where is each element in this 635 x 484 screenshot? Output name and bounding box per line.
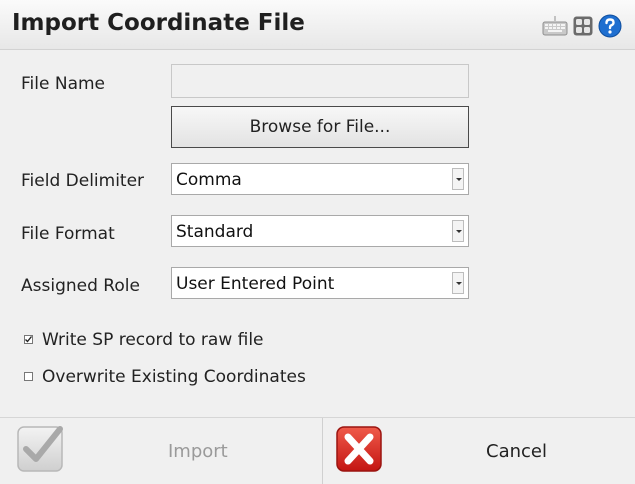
- overwrite-label: Overwrite Existing Coordinates: [42, 367, 306, 387]
- file-format-value: Standard: [176, 222, 254, 242]
- cancel-button[interactable]: Cancel: [322, 418, 635, 484]
- chevron-down-icon[interactable]: [452, 220, 464, 242]
- grid-icon[interactable]: [573, 16, 593, 41]
- assigned-role-select[interactable]: User Entered Point: [171, 267, 469, 299]
- field-delimiter-label: Field Delimiter: [21, 171, 145, 191]
- cancel-button-label: Cancel: [486, 441, 547, 462]
- browse-button[interactable]: Browse for File...: [171, 106, 469, 148]
- field-delimiter-select[interactable]: Comma: [171, 163, 469, 195]
- import-button[interactable]: Import: [0, 418, 322, 484]
- help-icon[interactable]: [598, 14, 622, 43]
- import-button-label: Import: [168, 441, 228, 462]
- keyboard-icon[interactable]: [542, 16, 568, 41]
- write-sp-checkbox[interactable]: [24, 335, 33, 344]
- write-sp-label: Write SP record to raw file: [42, 330, 264, 350]
- assigned-role-value: User Entered Point: [176, 274, 335, 294]
- chevron-down-icon[interactable]: [452, 272, 464, 294]
- chevron-down-icon[interactable]: [452, 168, 464, 190]
- window-title: Import Coordinate File: [12, 10, 305, 36]
- file-name-field[interactable]: [171, 64, 469, 98]
- file-format-select[interactable]: Standard: [171, 215, 469, 247]
- field-delimiter-value: Comma: [176, 170, 242, 190]
- close-icon: [334, 423, 386, 480]
- assigned-role-label: Assigned Role: [21, 276, 140, 296]
- overwrite-checkbox[interactable]: [24, 372, 33, 381]
- file-name-label: File Name: [21, 74, 106, 94]
- file-format-label: File Format: [21, 224, 115, 244]
- title-bar: Import Coordinate File: [0, 0, 635, 50]
- browse-button-label: Browse for File...: [249, 117, 391, 137]
- footer-bar: Import Cancel: [0, 417, 635, 484]
- checkmark-icon: [16, 423, 68, 480]
